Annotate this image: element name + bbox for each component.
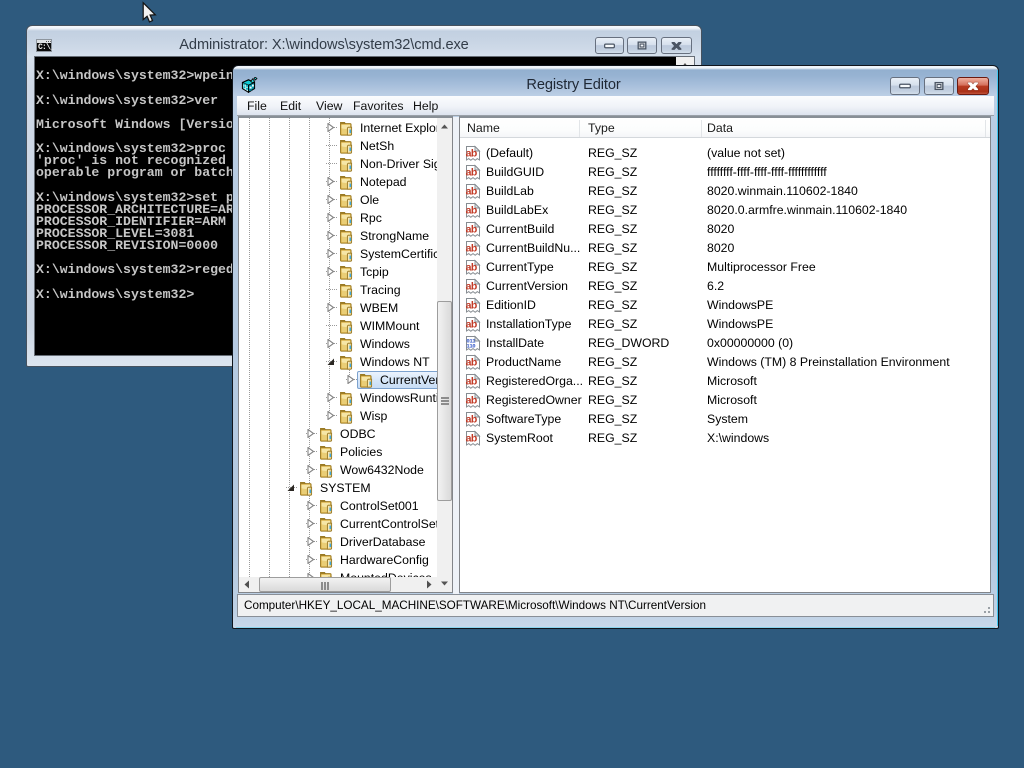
svg-text:ab: ab	[466, 205, 477, 217]
svg-text:ab: ab	[466, 433, 477, 445]
svg-text:ab: ab	[466, 186, 477, 198]
svg-text:ab: ab	[466, 319, 477, 331]
svg-text:ab: ab	[466, 262, 477, 274]
svg-text:ab: ab	[466, 224, 477, 236]
svg-text:ab: ab	[466, 243, 477, 255]
svg-text:ab: ab	[466, 148, 477, 160]
svg-text:ab: ab	[466, 376, 477, 388]
svg-text:110: 110	[466, 343, 476, 350]
svg-text:ab: ab	[466, 414, 477, 426]
svg-text:ab: ab	[466, 281, 477, 293]
svg-text:ab: ab	[466, 357, 477, 369]
svg-text:ab: ab	[466, 395, 477, 407]
svg-text:ab: ab	[466, 167, 477, 179]
svg-text:ab: ab	[466, 300, 477, 312]
